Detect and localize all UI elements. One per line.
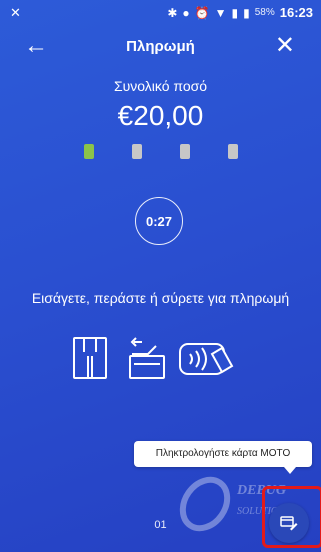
bluetooth-icon: ✱ xyxy=(167,5,178,20)
app-bar: ← Πληρωμή ✕ xyxy=(0,30,321,66)
contactless-icon xyxy=(179,343,234,375)
alarm-icon: ⏰ xyxy=(194,5,210,20)
payment-instruction: Εισάγετε, περάστε ή σύρετε για πληρωμή xyxy=(31,290,290,306)
status-icons: ✱ ● ⏰ ▼ ▮ ▮ 58% 16:23 xyxy=(167,5,313,20)
card-swipe-icon xyxy=(129,337,165,379)
progress-dot xyxy=(180,144,190,159)
progress-dot xyxy=(84,144,94,159)
clock: 16:23 xyxy=(279,5,313,20)
x-icon: ✕ xyxy=(10,5,21,20)
battery-icon: ▮ xyxy=(243,5,250,20)
close-icon[interactable]: ✕ xyxy=(275,32,295,60)
card-methods-icons xyxy=(73,337,234,379)
amount: €20,00 xyxy=(117,100,204,131)
countdown-timer: 0:27 xyxy=(135,197,183,245)
wifi-icon: ▼ xyxy=(214,5,227,20)
page-title: Πληρωμή xyxy=(126,38,195,55)
progress-dot xyxy=(132,144,142,159)
dnd-icon: ● xyxy=(182,5,190,20)
moto-tooltip: Πληκτρολογήστε κάρτα MOTO xyxy=(134,441,312,474)
highlight-box xyxy=(262,486,321,548)
card-insert-icon xyxy=(73,337,107,379)
battery-percent: 58% xyxy=(254,7,275,18)
total-label: Συνολικό ποσό xyxy=(113,78,208,94)
status-bar: ✕ ✱ ● ⏰ ▼ ▮ ▮ 58% 16:23 xyxy=(0,0,321,26)
progress-dots xyxy=(84,144,238,159)
sim-icon: ▮ xyxy=(231,5,239,20)
progress-dot xyxy=(228,144,238,159)
